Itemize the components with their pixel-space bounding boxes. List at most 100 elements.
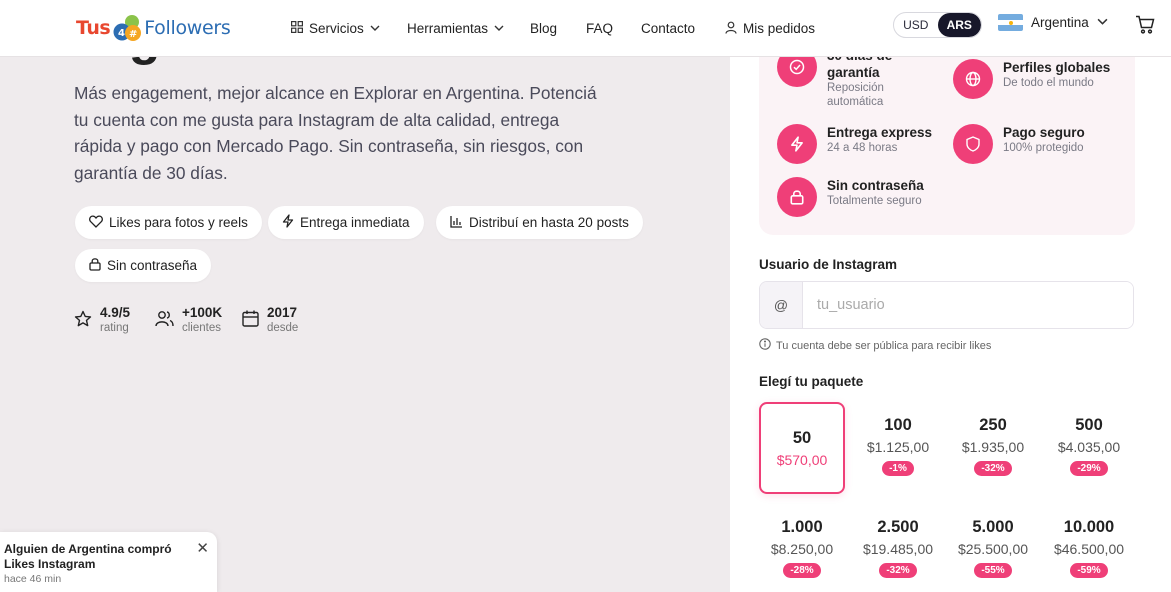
- bolt-icon: [282, 214, 294, 231]
- logo-text-followers: Followers: [144, 17, 231, 39]
- package-price: $1.125,00: [866, 439, 930, 455]
- grid-icon: [291, 21, 303, 36]
- lock-icon: [777, 177, 817, 217]
- argentina-flag-icon: [998, 14, 1023, 31]
- discount-badge: -1%: [882, 461, 914, 476]
- stat-label: clientes: [182, 322, 221, 334]
- nav-herramientas[interactable]: Herramientas: [407, 21, 504, 36]
- stat-clientes: +100K clientes: [155, 304, 222, 335]
- package-qty: 1.000: [781, 518, 823, 536]
- nav-mis-pedidos-label: Mis pedidos: [743, 21, 816, 36]
- logo-text-tus: Tus: [76, 17, 111, 39]
- lock-icon: [89, 257, 101, 274]
- chevron-down-icon: [1097, 15, 1108, 30]
- feature-subtitle: Reposición automática: [827, 82, 884, 108]
- star-icon: [74, 310, 92, 333]
- username-label: Usuario de Instagram: [759, 257, 898, 272]
- toast-text: Alguien de Argentina compró Likes Instag…: [4, 542, 172, 571]
- chevron-down-icon: [370, 21, 380, 36]
- package-qty: 250: [979, 416, 1007, 434]
- discount-badge: -28%: [783, 563, 821, 578]
- nav-servicios-label: Servicios: [309, 21, 364, 36]
- discount-badge: -32%: [879, 563, 917, 578]
- bolt-icon: [777, 124, 817, 164]
- nav-contacto[interactable]: Contacto: [641, 21, 695, 36]
- nav-blog[interactable]: Blog: [530, 21, 557, 36]
- stat-value: 4.9/5: [100, 305, 131, 320]
- package-price: $8.250,00: [770, 541, 834, 557]
- feature-title: Sin contraseña: [827, 178, 924, 193]
- heart-icon: [89, 214, 103, 231]
- pill-distribui-posts: Distribuí en hasta 20 posts: [436, 206, 643, 239]
- package-qty: 10.000: [1063, 518, 1115, 536]
- package-price: $4.035,00: [1057, 439, 1121, 455]
- discount-badge: -29%: [1070, 461, 1108, 476]
- close-icon[interactable]: ✕: [196, 539, 209, 557]
- order-panel: 30 días de garantía Reposición automátic…: [730, 47, 1171, 592]
- hero-title-clip: Argentina: [0, 57, 720, 69]
- discount-badge: -32%: [974, 461, 1012, 476]
- svg-text:4: 4: [118, 28, 125, 39]
- info-icon: [759, 338, 771, 353]
- pill-label: Sin contraseña: [107, 258, 198, 273]
- package-qty: 5.000: [972, 518, 1014, 536]
- package-option[interactable]: 2.500 $19.485,00 -32%: [855, 504, 941, 592]
- package-option[interactable]: 5.000 $25.500,00 -55%: [950, 504, 1036, 592]
- package-option[interactable]: 250 $1.935,00 -32%: [950, 402, 1036, 494]
- username-input[interactable]: [803, 282, 1133, 328]
- stat-desde: 2017 desde: [242, 304, 298, 335]
- pill-likes-fotos-reels: Likes para fotos y reels: [75, 206, 262, 239]
- package-qty: 2.500: [877, 518, 919, 536]
- stat-value: 2017: [267, 305, 298, 320]
- logo[interactable]: Tus 4 # Followers: [76, 11, 231, 45]
- nav-servicios[interactable]: Servicios: [291, 21, 380, 36]
- currency-usd-button[interactable]: USD: [894, 13, 938, 37]
- nav-faq[interactable]: FAQ: [586, 21, 613, 36]
- cart-icon[interactable]: [1135, 15, 1155, 39]
- username-hint: Tu cuenta debe ser pública para recibir …: [759, 338, 991, 353]
- package-option[interactable]: 50 $570,00: [759, 402, 845, 494]
- package-price: $570,00: [776, 452, 828, 468]
- user-icon: [725, 21, 737, 37]
- pill-label: Entrega inmediata: [300, 215, 410, 230]
- country-label: Argentina: [1031, 15, 1089, 30]
- feature-title: Entrega express: [827, 125, 933, 140]
- username-field: @: [759, 281, 1134, 329]
- nav-mis-pedidos[interactable]: Mis pedidos: [725, 21, 815, 37]
- purchase-toast: Alguien de Argentina compró Likes Instag…: [0, 532, 217, 592]
- chevron-down-icon: [494, 21, 504, 36]
- users-icon: [155, 310, 174, 332]
- pill-sin-contrasena: Sin contraseña: [75, 249, 212, 282]
- feature-subtitle: 24 a 48 horas: [827, 142, 898, 154]
- page-title: Argentina: [73, 57, 308, 67]
- feature-subtitle: 100% protegido: [1003, 142, 1084, 154]
- discount-badge: -59%: [1070, 563, 1108, 578]
- logo-badge-icon: 4 #: [112, 13, 142, 43]
- package-option[interactable]: 500 $4.035,00 -29%: [1046, 402, 1132, 494]
- package-qty: 50: [792, 429, 812, 447]
- package-qty: 500: [1075, 416, 1103, 434]
- shield-icon: [953, 124, 993, 164]
- package-qty: 100: [884, 416, 912, 434]
- nav-herramientas-label: Herramientas: [407, 21, 489, 36]
- feature-entrega-express: Entrega express 24 a 48 horas: [777, 124, 932, 164]
- hero-description: Más engagement, mejor alcance en Explora…: [74, 83, 597, 183]
- feature-sin-contrasena: Sin contraseña Totalmente seguro: [777, 177, 924, 217]
- site-header: Tus 4 # Followers Servicios Herramientas: [0, 0, 1171, 57]
- svg-text:#: #: [129, 29, 137, 40]
- feature-pago-seguro: Pago seguro 100% protegido: [953, 124, 1085, 164]
- at-prefix: @: [760, 282, 803, 328]
- calendar-icon: [242, 310, 259, 332]
- package-option[interactable]: 100 $1.125,00 -1%: [855, 402, 941, 494]
- package-price: $19.485,00: [862, 541, 934, 557]
- hint-text: Tu cuenta debe ser pública para recibir …: [776, 339, 992, 352]
- features-box: 30 días de garantía Reposición automátic…: [759, 47, 1135, 235]
- package-option[interactable]: 1.000 $8.250,00 -28%: [759, 504, 845, 592]
- discount-badge: -55%: [974, 563, 1012, 578]
- stat-rating: 4.9/5 rating: [74, 304, 130, 335]
- currency-ars-button[interactable]: ARS: [937, 13, 981, 37]
- stat-label: desde: [267, 322, 299, 334]
- package-option[interactable]: 10.000 $46.500,00 -59%: [1046, 504, 1132, 592]
- package-price: $25.500,00: [957, 541, 1029, 557]
- country-selector[interactable]: Argentina: [998, 14, 1108, 31]
